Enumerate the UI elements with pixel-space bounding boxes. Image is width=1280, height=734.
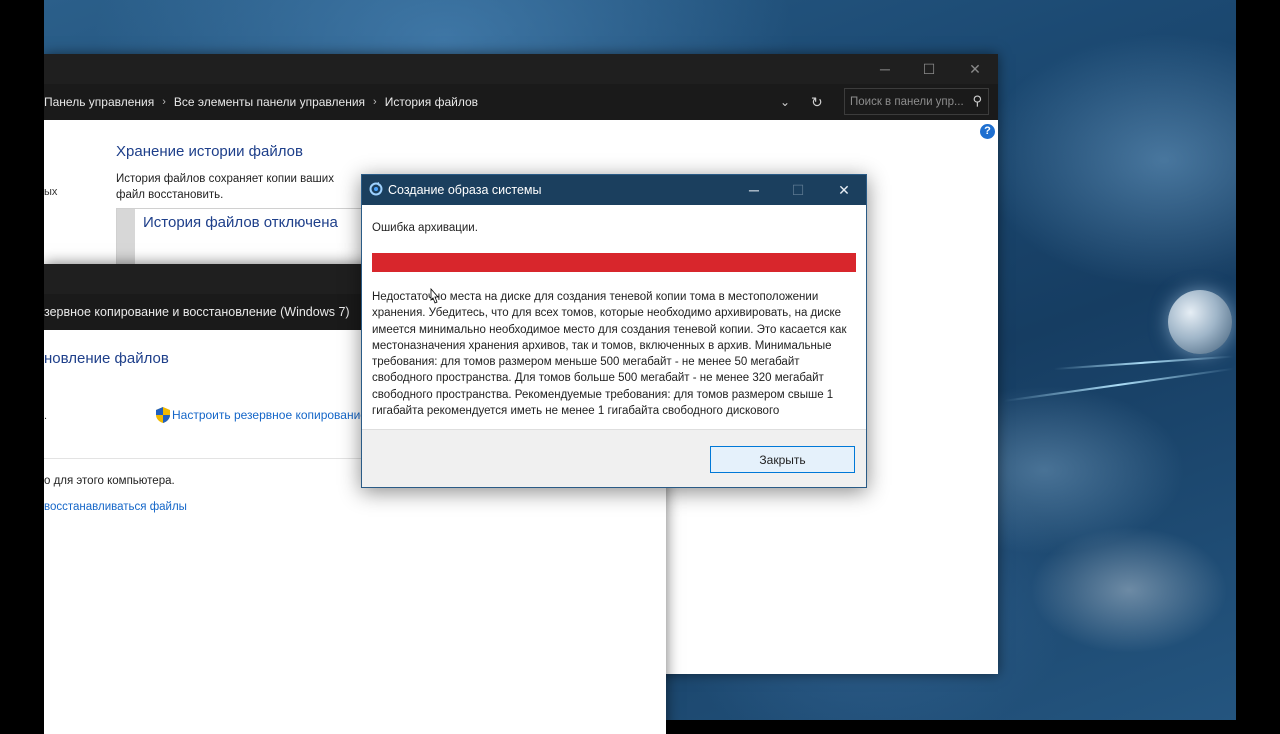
backup-app-icon (369, 182, 383, 196)
backup-heading: новление файлов (44, 350, 169, 367)
refresh-icon[interactable]: ↻ (811, 84, 823, 120)
breadcrumb-item[interactable]: Все элементы панели управления (174, 95, 365, 109)
backup-status-text: . (44, 410, 48, 422)
search-placeholder: Поиск в панели упр... (850, 95, 964, 108)
breadcrumb-item[interactable]: Панель управления (44, 95, 154, 109)
restore-files-link[interactable]: восстанавливаться файлы (44, 501, 187, 513)
error-progress-bar (372, 253, 856, 272)
dialog-close-button[interactable]: ✕ (822, 175, 866, 205)
close-icon: ✕ (969, 60, 981, 77)
mouse-cursor-icon (430, 288, 439, 304)
side-text: ых (44, 186, 58, 198)
status-title: История файлов отключена (143, 214, 338, 231)
minimize-icon: ─ (749, 182, 759, 198)
address-bar[interactable]: Панель управления › Все элементы панели … (44, 84, 998, 120)
setup-backup-link[interactable]: Настроить резервное копирование (156, 407, 367, 423)
close-button[interactable]: ✕ (952, 54, 998, 84)
error-progress-fill (372, 253, 856, 272)
page-title: Хранение истории файлов (116, 143, 303, 160)
close-icon: ✕ (838, 181, 850, 198)
dialog-titlebar: Создание образа системы ─ ☐ ✕ (362, 175, 866, 205)
breadcrumb-item[interactable]: История файлов (385, 95, 478, 109)
close-dialog-button[interactable]: Закрыть (710, 446, 855, 473)
search-icon: ⚲ (972, 93, 982, 108)
dialog-body: Ошибка архивации. Недостаточно места на … (362, 205, 866, 429)
letterbox-left (0, 0, 44, 720)
breadcrumb: Панель управления › Все элементы панели … (44, 84, 478, 120)
dialog-maximize-button: ☐ (776, 175, 820, 205)
help-icon[interactable]: ? (980, 124, 995, 139)
dialog-minimize-button[interactable]: ─ (732, 175, 776, 205)
system-image-dialog: Создание образа системы ─ ☐ ✕ Ошибка арх… (361, 174, 867, 488)
search-input[interactable]: Поиск в панели упр... ⚲ (844, 88, 989, 115)
status-bar-decoration (117, 209, 135, 269)
dialog-title: Создание образа системы (388, 183, 542, 197)
moon-graphic (1168, 290, 1232, 354)
page-description: История файлов сохраняет копии ваших фай… (116, 173, 334, 201)
error-message[interactable]: Недостаточно места на диске для создания… (372, 289, 852, 417)
maximize-icon: ☐ (922, 60, 936, 77)
error-label: Ошибка архивации. (372, 222, 478, 234)
light-streak (1053, 355, 1234, 370)
maximize-button[interactable]: ☐ (906, 54, 952, 84)
breadcrumb-separator-icon: › (162, 96, 166, 108)
minimize-icon: ─ (880, 61, 890, 77)
control-panel-titlebar: ─ ☐ ✕ (44, 54, 998, 84)
address-dropdown-icon[interactable]: ⌄ (780, 84, 790, 120)
setup-backup-label: Настроить резервное копирование (172, 408, 367, 422)
light-streak (1003, 367, 1234, 402)
minimize-button[interactable]: ─ (862, 54, 908, 84)
dialog-footer: Закрыть (362, 429, 866, 487)
backup-address-text: зервное копирование и восстановление (Wi… (44, 305, 350, 319)
uac-shield-icon (156, 407, 170, 423)
computer-status-text: о для этого компьютера. (44, 475, 175, 487)
maximize-icon: ☐ (791, 181, 805, 198)
breadcrumb-separator-icon: › (373, 96, 377, 108)
letterbox-right (1236, 0, 1280, 720)
